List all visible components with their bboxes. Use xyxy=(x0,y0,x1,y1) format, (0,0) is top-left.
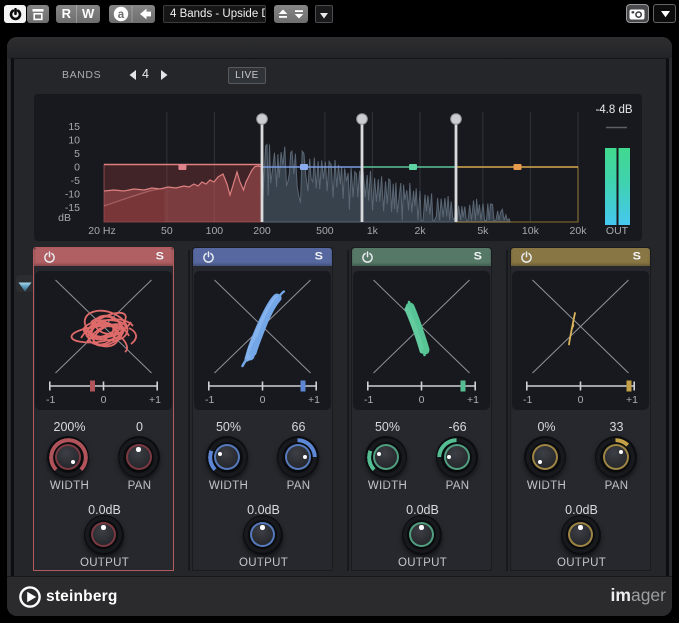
svg-text:+1: +1 xyxy=(626,394,638,406)
svg-text:-10: -10 xyxy=(65,189,80,201)
svg-text:0: 0 xyxy=(260,394,266,406)
svg-text:10: 10 xyxy=(68,135,80,147)
svg-text:500: 500 xyxy=(316,225,334,237)
svg-text:15: 15 xyxy=(68,121,80,133)
svg-text:0: 0 xyxy=(74,162,80,174)
svg-text:a: a xyxy=(118,9,125,21)
svg-text:200: 200 xyxy=(253,225,271,237)
svg-text:-1: -1 xyxy=(523,394,532,406)
svg-text:OUT: OUT xyxy=(606,225,629,237)
svg-text:-1: -1 xyxy=(364,394,373,406)
svg-text:1k: 1k xyxy=(367,225,379,237)
svg-text:0: 0 xyxy=(578,394,584,406)
svg-text:20 Hz: 20 Hz xyxy=(88,225,115,237)
svg-text:20k: 20k xyxy=(570,225,588,237)
svg-text:5: 5 xyxy=(74,148,80,160)
svg-text:2k: 2k xyxy=(414,225,426,237)
svg-text:10k: 10k xyxy=(522,225,540,237)
svg-text:0: 0 xyxy=(419,394,425,406)
svg-text:-1: -1 xyxy=(46,394,55,406)
svg-text:-1: -1 xyxy=(205,394,214,406)
svg-text:100: 100 xyxy=(206,225,224,237)
svg-text:5k: 5k xyxy=(477,225,489,237)
svg-text:dB: dB xyxy=(58,212,71,224)
svg-text:0: 0 xyxy=(101,394,107,406)
svg-text:+1: +1 xyxy=(467,394,479,406)
svg-text:+1: +1 xyxy=(308,394,320,406)
svg-text:50: 50 xyxy=(161,225,173,237)
svg-text:+1: +1 xyxy=(149,394,161,406)
svg-text:-5: -5 xyxy=(71,175,80,187)
svg-text:-4.8 dB: -4.8 dB xyxy=(595,104,632,116)
